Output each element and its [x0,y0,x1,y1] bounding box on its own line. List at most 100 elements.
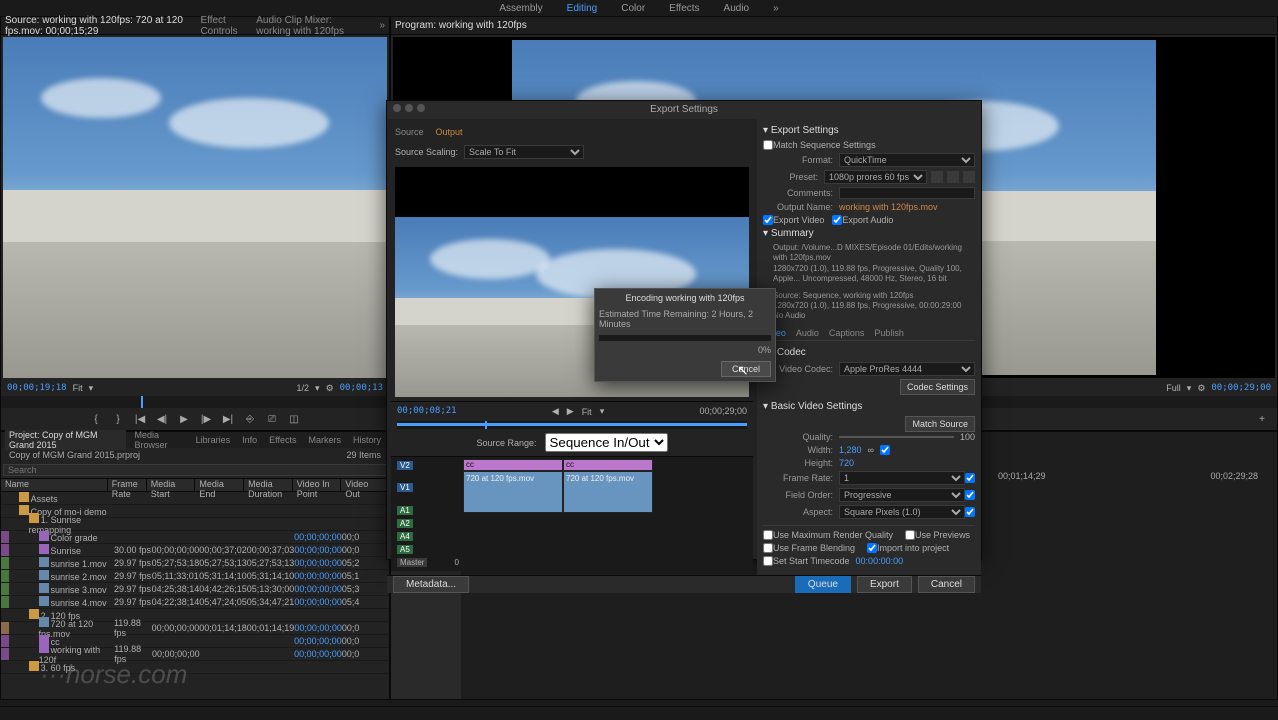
chevron-down-icon[interactable]: ▾ [600,406,605,417]
fieldorder-dropdown[interactable]: Progressive [839,488,965,502]
export-subtab-publish[interactable]: Publish [874,328,904,338]
export-subtab-audio[interactable]: Audio [796,328,819,338]
col-name[interactable]: Name [1,479,108,491]
track-header-a2[interactable]: A2 [393,517,463,530]
workspace-more-icon[interactable]: » [773,3,779,14]
go-in-icon[interactable]: |◀ [133,412,147,426]
step-back-icon[interactable]: ◀| [155,412,169,426]
aspect-dropdown[interactable]: Square Pixels (1.0) [839,505,965,519]
export-next-icon[interactable]: ▶ [567,406,574,417]
tab-project[interactable]: Project: Copy of MGM Grand 2015 [5,430,126,450]
framerate-dropdown[interactable]: 1 [839,471,965,485]
project-item[interactable]: sunrise 4.mov29.97 fps04;22;38;1405;47;2… [1,596,389,609]
start-tc-value[interactable]: 00:00:00:00 [856,556,904,566]
export-tab-output[interactable]: Output [436,127,463,137]
program-tab[interactable]: Program: working with 120fps [395,20,527,31]
col-videoout[interactable]: Video Out [341,479,389,491]
overwrite-icon[interactable]: ⎚ [265,412,279,426]
project-item[interactable]: Sunrise30.00 fps00;00;00;0000;00;37;0200… [1,544,389,557]
clip-label[interactable]: 720 at 120 fps.mov [566,474,634,483]
project-item[interactable]: Color grade00;00;00;0000;0 [1,531,389,544]
start-tc-checkbox[interactable] [763,556,773,566]
col-mediastart[interactable]: Media Start [147,479,196,491]
export-frame-icon[interactable]: ◫ [287,412,301,426]
project-item[interactable]: 720 at 120 fps.mov119.88 fps00;00;00;000… [1,622,389,635]
link-icon[interactable]: ∞ [868,445,874,455]
import-preset-icon[interactable] [947,171,959,183]
export-subtab-captions[interactable]: Captions [829,328,865,338]
export-button[interactable]: Export [857,576,912,593]
project-item[interactable]: 1. Sunrise remapping [1,518,389,531]
fieldorder-lock-checkbox[interactable] [965,490,975,500]
queue-button[interactable]: Queue [795,576,851,593]
source-playhead-timecode[interactable]: 00;00;19;18 [7,383,67,393]
window-controls[interactable] [393,104,425,112]
format-dropdown[interactable]: QuickTime [839,153,975,167]
tab-info[interactable]: Info [238,435,261,445]
export-tab-source[interactable]: Source [395,127,424,137]
chevron-down-icon[interactable]: ▾ [315,383,320,394]
col-mediaend[interactable]: Media End [195,479,244,491]
width-value[interactable]: 1,280 [839,445,862,455]
source-scrubber[interactable] [1,396,389,408]
track-header-a1[interactable]: A1 [393,504,463,517]
project-item[interactable]: sunrise 3.mov29.97 fps04;25;38;1404;42;2… [1,583,389,596]
project-item[interactable]: Assets [1,492,389,505]
save-preset-icon[interactable] [931,171,943,183]
video-codec-dropdown[interactable]: Apple ProRes 4444 [839,362,975,376]
use-previews-checkbox[interactable] [905,530,915,540]
play-icon[interactable]: ▶ [177,412,191,426]
insert-icon[interactable]: ⎆ [243,412,257,426]
go-out-icon[interactable]: ▶| [221,412,235,426]
tab-markers[interactable]: Markers [304,435,345,445]
source-ratio[interactable]: 1/2 [297,383,310,393]
clip-label[interactable]: 720 at 120 fps.mov [466,474,534,483]
col-mediadur[interactable]: Media Duration [244,479,293,491]
track-header-a4[interactable]: A4 [393,530,463,543]
source-tab-effect-controls[interactable]: Effect Controls [200,15,244,37]
source-range-dropdown[interactable]: Sequence In/Out [545,433,668,452]
tab-libraries[interactable]: Libraries [192,435,235,445]
codec-settings-button[interactable]: Codec Settings [900,379,975,395]
export-prev-icon[interactable]: ◀ [552,406,559,417]
project-item[interactable]: sunrise 2.mov29.97 fps05;11;33;0105;31;1… [1,570,389,583]
aspect-lock-checkbox[interactable] [965,507,975,517]
workspace-audio[interactable]: Audio [724,3,750,14]
track-header-a5[interactable]: A5 [393,543,463,556]
output-name-link[interactable]: working with 120fps.mov [839,202,975,212]
project-search-input[interactable] [3,464,387,476]
chevron-down-icon[interactable]: ▾ [89,383,94,394]
add-marker-icon[interactable]: + [1255,412,1269,426]
workspace-editing[interactable]: Editing [567,3,598,14]
track-master[interactable]: Master0 [393,556,463,569]
mark-out-icon[interactable]: } [111,412,125,426]
source-video[interactable] [3,37,387,378]
match-source-button[interactable]: Match Source [905,416,975,432]
export-start-tc[interactable]: 00;00;08;21 [397,406,457,417]
tab-history[interactable]: History [349,435,385,445]
source-fit-dropdown[interactable]: Fit [73,383,83,393]
col-framerate[interactable]: Frame Rate [108,479,147,491]
encoding-cancel-button[interactable]: Cancel [721,361,771,377]
gear-icon[interactable]: ⚙ [1197,383,1205,394]
program-fit-dropdown[interactable]: Full [1166,383,1181,393]
track-header-v2[interactable]: V2 [393,459,463,472]
workspace-effects[interactable]: Effects [669,3,699,14]
project-item[interactable]: sunrise 1.mov29.97 fps05;27;53;1805;27;5… [1,557,389,570]
quality-value[interactable]: 100 [960,432,975,442]
max-render-checkbox[interactable] [763,530,773,540]
tab-effects[interactable]: Effects [265,435,300,445]
preset-dropdown[interactable]: 1080p prores 60 fps [824,170,927,184]
width-lock-checkbox[interactable] [880,445,890,455]
export-fit-dropdown[interactable]: Fit [582,407,592,417]
export-audio-checkbox[interactable] [832,215,842,225]
frame-blend-checkbox[interactable] [763,543,773,553]
export-video-checkbox[interactable] [763,215,773,225]
match-sequence-checkbox[interactable] [763,140,773,150]
step-fwd-icon[interactable]: |▶ [199,412,213,426]
gear-icon[interactable]: ⚙ [326,383,334,394]
source-tab-clip[interactable]: Source: working with 120fps: 720 at 120 … [5,15,188,37]
mark-in-icon[interactable]: { [89,412,103,426]
track-header-v1[interactable]: V1 [393,472,463,504]
chevron-down-icon[interactable]: ▾ [1187,383,1192,394]
